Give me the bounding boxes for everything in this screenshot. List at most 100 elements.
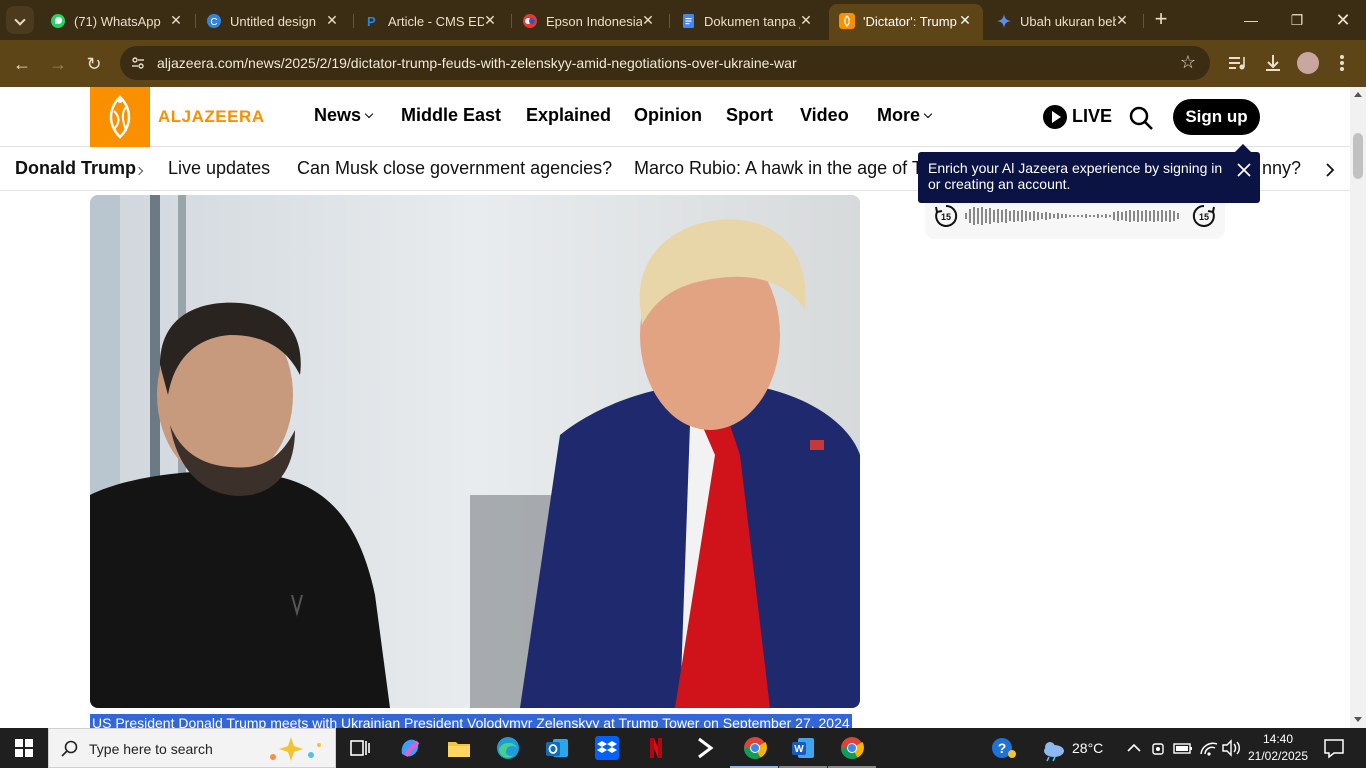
taskbar-search-box[interactable]: Type here to search	[48, 728, 336, 768]
page-scrollbar[interactable]	[1350, 87, 1366, 728]
aljazeera-icon	[839, 13, 855, 29]
help-icon[interactable]: ?	[990, 734, 1018, 762]
minimize-button[interactable]: —	[1228, 6, 1274, 34]
tab-canva[interactable]: C Untitled design ✕	[196, 4, 350, 40]
gemini-icon	[997, 14, 1011, 28]
reload-button[interactable]: ↻	[80, 50, 108, 78]
tab-docs[interactable]: Dokumen tanpa judul ✕	[670, 4, 824, 40]
chevron-right-icon	[134, 166, 144, 176]
tab-whatsapp[interactable]: (71) WhatsApp ✕	[40, 4, 194, 40]
weather-icon[interactable]	[1040, 734, 1068, 762]
file-explorer-icon[interactable]	[445, 734, 473, 762]
back-button[interactable]: ←	[8, 50, 36, 78]
nav-video[interactable]: Video	[800, 105, 849, 126]
download-icon[interactable]	[1262, 52, 1284, 74]
notification-icon[interactable]	[1320, 734, 1348, 762]
logo-wordmark[interactable]: ALJAZEERA	[158, 107, 265, 127]
scrollbar-thumb[interactable]	[1353, 133, 1363, 179]
article-photo	[90, 195, 860, 708]
dropbox-icon[interactable]	[593, 734, 621, 762]
scroll-up-arrow-icon[interactable]	[1354, 92, 1362, 97]
svg-text:C: C	[210, 17, 217, 28]
search-placeholder: Type here to search	[89, 741, 213, 757]
copilot-icon[interactable]	[396, 734, 424, 762]
nav-sport[interactable]: Sport	[726, 105, 773, 126]
forward-15-icon[interactable]: 15	[1191, 203, 1217, 229]
close-icon[interactable]: ✕	[1114, 12, 1130, 28]
tab-epson[interactable]: Epson Indonesia ✕	[512, 4, 666, 40]
nav-explained[interactable]: Explained	[526, 105, 611, 126]
url-text: aljazeera.com/news/2025/2/19/dictator-tr…	[157, 55, 797, 71]
netflix-icon[interactable]	[642, 734, 670, 762]
restore-button[interactable]: ❐	[1274, 6, 1320, 34]
svg-text:?: ?	[998, 740, 1007, 756]
close-icon[interactable]	[1236, 162, 1252, 178]
volume-icon[interactable]	[1220, 734, 1242, 762]
chrome-icon[interactable]	[741, 734, 769, 762]
clock-time[interactable]: 14:40	[1250, 732, 1306, 746]
topic-donald-trump[interactable]: Donald Trump	[15, 158, 136, 179]
nav-more[interactable]: More	[877, 105, 933, 126]
close-icon[interactable]: ✕	[798, 12, 814, 28]
signup-button[interactable]: Sign up	[1173, 99, 1260, 135]
svg-text:P: P	[367, 14, 376, 29]
profile-avatar[interactable]	[1297, 52, 1319, 74]
close-icon[interactable]: ✕	[640, 12, 656, 28]
windows-start-icon[interactable]	[0, 728, 48, 768]
menu-dots-icon[interactable]	[1334, 52, 1350, 74]
wifi-icon[interactable]	[1198, 734, 1220, 762]
chevron-down-icon	[923, 109, 933, 119]
search-icon[interactable]	[1128, 105, 1154, 131]
scroll-down-arrow-icon[interactable]	[1354, 717, 1362, 722]
tab-title: Dokumen tanpa judul	[704, 14, 800, 29]
whatsapp-icon	[51, 14, 65, 28]
p-icon: P	[367, 14, 376, 29]
close-icon[interactable]: ✕	[168, 12, 184, 28]
tab-aljazeera[interactable]: 'Dictator': Trump feuds ✕	[829, 4, 983, 40]
live-label: LIVE	[1072, 106, 1113, 126]
outlook-icon[interactable]	[543, 734, 571, 762]
nav-news[interactable]: News	[314, 105, 374, 126]
topic-partial[interactable]: nny?	[1262, 158, 1301, 179]
tab-cms[interactable]: P Article - CMS EDU ✕	[354, 4, 508, 40]
clock-date[interactable]: 21/02/2025	[1244, 749, 1312, 763]
site-settings-icon[interactable]	[130, 55, 146, 71]
tab-title: Epson Indonesia	[546, 14, 642, 29]
word-icon[interactable]: W	[789, 734, 817, 762]
close-icon[interactable]: ✕	[482, 12, 498, 28]
battery-icon[interactable]	[1172, 734, 1194, 762]
edge-icon[interactable]	[494, 734, 522, 762]
nav-middle-east[interactable]: Middle East	[401, 105, 501, 126]
chevron-up-icon[interactable]	[1124, 734, 1144, 762]
signin-tooltip: Enrich your Al Jazeera experience by sig…	[918, 144, 1260, 203]
tab-search-button[interactable]	[6, 6, 34, 34]
chevron-right-icon[interactable]	[1320, 160, 1340, 180]
topic-live-updates[interactable]: Live updates	[168, 158, 270, 179]
topic-rubio[interactable]: Marco Rubio: A hawk in the age of Trump	[634, 158, 963, 179]
new-tab-button[interactable]: +	[1149, 8, 1173, 32]
capcut-icon[interactable]	[691, 734, 719, 762]
aljazeera-logo[interactable]	[90, 87, 150, 147]
bookmark-star-icon[interactable]: ☆	[1180, 52, 1196, 73]
media-control-icon[interactable]	[1226, 52, 1248, 74]
tab-title: Ubah ukuran bebas	[1020, 14, 1116, 29]
topic-musk[interactable]: Can Musk close government agencies?	[297, 158, 612, 179]
tab-gemini[interactable]: Ubah ukuran bebas ✕	[986, 4, 1140, 40]
close-window-button[interactable]: ✕	[1320, 6, 1366, 34]
weather-temp[interactable]: 28°C	[1072, 740, 1103, 756]
address-bar[interactable]: aljazeera.com/news/2025/2/19/dictator-tr…	[120, 46, 1210, 80]
close-icon[interactable]: ✕	[324, 12, 340, 28]
meet-icon[interactable]	[1150, 734, 1168, 762]
audio-waveform[interactable]	[965, 205, 1185, 227]
canva-icon: C	[207, 14, 221, 28]
chrome-icon[interactable]	[838, 734, 866, 762]
close-icon[interactable]: ✕	[957, 12, 973, 28]
forward-button[interactable]: →	[44, 50, 72, 78]
photo-caption: US President Donald Trump meets with Ukr…	[90, 714, 852, 728]
rewind-15-icon[interactable]: 15	[933, 203, 959, 229]
windows-taskbar: Type here to search W ? 28°C 14:40 21/02…	[0, 728, 1366, 768]
chevron-down-icon	[364, 109, 374, 119]
task-view-icon[interactable]	[346, 734, 374, 762]
svg-text:15: 15	[1199, 212, 1209, 222]
nav-opinion[interactable]: Opinion	[634, 105, 702, 126]
